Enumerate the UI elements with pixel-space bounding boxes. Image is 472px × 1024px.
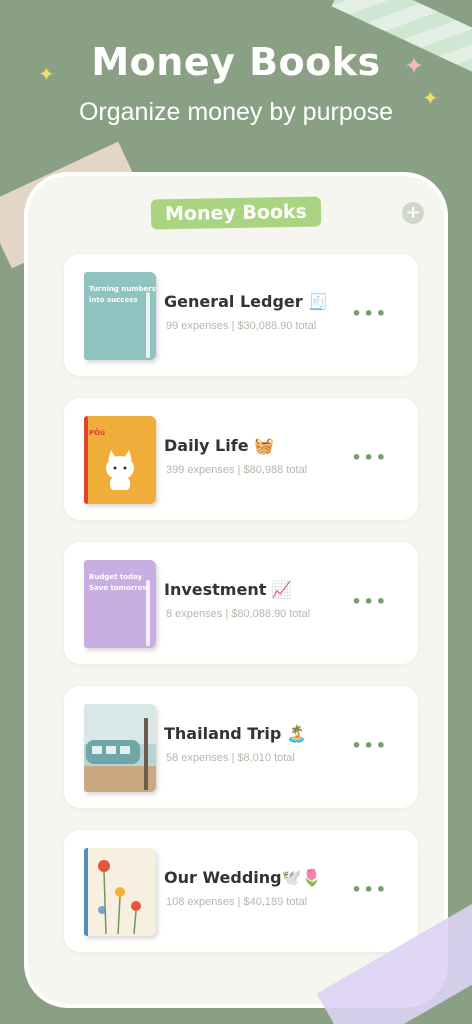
book-meta: 108 expenses | $40,189 total	[166, 896, 308, 908]
page-title: Money Books	[28, 196, 444, 230]
book-name: Our Wedding🕊️🌷	[164, 868, 322, 887]
flowers-illustration	[84, 848, 141, 936]
book-meta: 99 expenses | $30,088.90 total	[166, 320, 317, 332]
book-card-investment[interactable]: Budget today Save tomorrow Investment 📈 …	[64, 542, 418, 664]
book-name: General Ledger 🧾	[164, 292, 329, 311]
add-book-button[interactable]: +	[402, 202, 424, 224]
book-cover: PÖü	[84, 416, 156, 504]
hero-title: Money Books	[91, 40, 381, 84]
more-options-button[interactable]: •••	[351, 736, 388, 755]
book-card-thailand-trip[interactable]: Thailand Trip 🏝️ 58 expenses | $8,010 to…	[64, 686, 418, 808]
book-card-general-ledger[interactable]: Turning numbers into success General Led…	[64, 254, 418, 376]
phone-screen: Money Books + Turning numbers into succe…	[24, 172, 448, 1008]
plus-icon: +	[405, 202, 421, 223]
cat-illustration	[106, 450, 134, 490]
book-card-daily-life[interactable]: PÖü Daily Life 🧺 399 expenses | $80,988 …	[64, 398, 418, 520]
book-cover: Budget today Save tomorrow	[84, 560, 156, 648]
book-meta: 399 expenses | $80,988 total	[166, 464, 308, 476]
book-name: Daily Life 🧺	[164, 436, 275, 455]
train-illustration	[84, 704, 156, 792]
book-cover: Turning numbers into success	[84, 272, 156, 360]
more-options-button[interactable]: •••	[351, 448, 388, 467]
hero-subtitle: Organize money by purpose	[78, 98, 394, 126]
book-cover	[84, 704, 156, 792]
book-name: Thailand Trip 🏝️	[164, 724, 307, 743]
book-meta: 58 expenses | $8,010 total	[166, 752, 295, 764]
book-card-our-wedding[interactable]: Our Wedding🕊️🌷 108 expenses | $40,189 to…	[64, 830, 418, 952]
book-cover	[84, 848, 156, 936]
book-meta: 8 expenses | $80,088.90 total	[166, 608, 311, 620]
more-options-button[interactable]: •••	[351, 304, 388, 323]
more-options-button[interactable]: •••	[351, 880, 388, 899]
more-options-button[interactable]: •••	[351, 592, 388, 611]
book-name: Investment 📈	[164, 580, 292, 599]
